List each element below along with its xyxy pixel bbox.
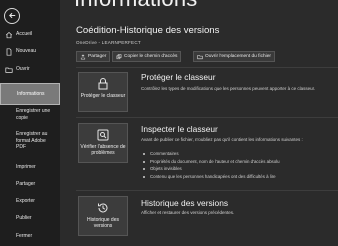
- nav-label: Enregistrer au format Adobe PDF: [16, 131, 48, 150]
- open-location-button[interactable]: Ouvrir l'emplacement du fichier: [193, 51, 275, 62]
- backstage-sidebar: Accueil Nouveau Ouvrir Informations Enre…: [0, 0, 60, 246]
- nav-nouveau[interactable]: Nouveau: [0, 47, 60, 56]
- divider: [76, 117, 338, 118]
- protect-workbook-button[interactable]: Protéger le classeur: [78, 72, 128, 112]
- version-history-title: Historique des versions: [141, 198, 229, 208]
- nav-imprimer[interactable]: Imprimer: [0, 163, 60, 171]
- nav-partager[interactable]: Partager: [0, 180, 60, 188]
- version-history-description: Afficher et restaurer des versions précé…: [141, 210, 235, 215]
- folder-open-icon: [197, 54, 203, 60]
- version-history-button[interactable]: Historique des versions: [78, 196, 128, 236]
- list-item: Contenu que les personnes handicapées on…: [141, 173, 331, 181]
- nav-informations[interactable]: Informations: [0, 83, 60, 105]
- protect-title: Protéger le classeur: [141, 72, 216, 82]
- nav-label: Partager: [16, 180, 36, 187]
- nav-label: Enregistrer une copie: [16, 108, 51, 121]
- copy-path-button[interactable]: Copier le chemin d'accès: [112, 51, 182, 62]
- list-item: Commentaires: [141, 150, 331, 158]
- inspect-title: Inspecter le classeur: [141, 124, 218, 134]
- list-item: Propriétés du document, nom de l'auteur …: [141, 158, 331, 166]
- nav-label: Imprimer: [16, 163, 36, 170]
- nav-exporter[interactable]: Exporter: [0, 197, 60, 205]
- history-icon: [96, 201, 110, 215]
- info-panel: Informations Coédition-Historique des ve…: [60, 0, 338, 246]
- nav-publier[interactable]: Publier: [0, 214, 60, 222]
- list-item: Objets invisibles: [141, 165, 331, 173]
- inspect-bullet-list: Commentaires Propriétés du document, nom…: [141, 150, 331, 180]
- nav-fermer[interactable]: Fermer: [0, 232, 60, 240]
- open-location-label: Ouvrir l'emplacement du fichier: [205, 54, 271, 59]
- check-for-issues-button[interactable]: Vérifier l'absence de problèmes: [78, 123, 128, 163]
- divider: [76, 190, 338, 191]
- version-history-label: Historique des versions: [87, 217, 119, 229]
- nav-ouvrir[interactable]: Ouvrir: [0, 65, 60, 74]
- nav-enregistrer-pdf[interactable]: Enregistrer au format Adobe PDF: [0, 131, 54, 153]
- share-button[interactable]: Partager: [76, 51, 111, 62]
- copy-path-label: Copier le chemin d'accès: [124, 54, 178, 59]
- nav-accueil[interactable]: Accueil: [0, 30, 60, 39]
- share-icon: [80, 54, 86, 60]
- document-location: OneDrive - LEARNPERFECT: [76, 40, 141, 45]
- home-icon: [5, 31, 13, 39]
- protect-button-label: Protéger le classeur: [80, 93, 126, 99]
- document-title: Coédition-Historique des versions: [76, 25, 220, 36]
- new-document-icon: [5, 47, 13, 56]
- nav-label: Fermer: [16, 232, 33, 239]
- nav-label: Publier: [16, 214, 32, 221]
- back-button[interactable]: [4, 8, 20, 24]
- nav-label: Ouvrir: [16, 66, 30, 73]
- nav-enregistrer-copie[interactable]: Enregistrer une copie: [0, 108, 52, 124]
- check-issues-label: Vérifier l'absence de problèmes: [80, 144, 126, 156]
- nav-label: Informations: [17, 90, 45, 97]
- inspect-document-icon: [96, 128, 110, 142]
- nav-label: Nouveau: [16, 48, 37, 55]
- divider: [76, 67, 338, 68]
- protect-description: Contrôlez les types de modifications que…: [141, 86, 316, 91]
- page-title: Informations: [74, 0, 197, 12]
- lock-icon: [96, 77, 110, 91]
- copy-link-icon: [116, 53, 122, 60]
- nav-label: Accueil: [16, 31, 33, 38]
- folder-icon: [5, 66, 13, 74]
- nav-label: Exporter: [16, 197, 35, 204]
- inspect-description: Avant de publier ce fichier, n'oubliez p…: [141, 137, 303, 142]
- back-arrow-icon: [8, 7, 17, 25]
- share-label: Partager: [88, 54, 107, 59]
